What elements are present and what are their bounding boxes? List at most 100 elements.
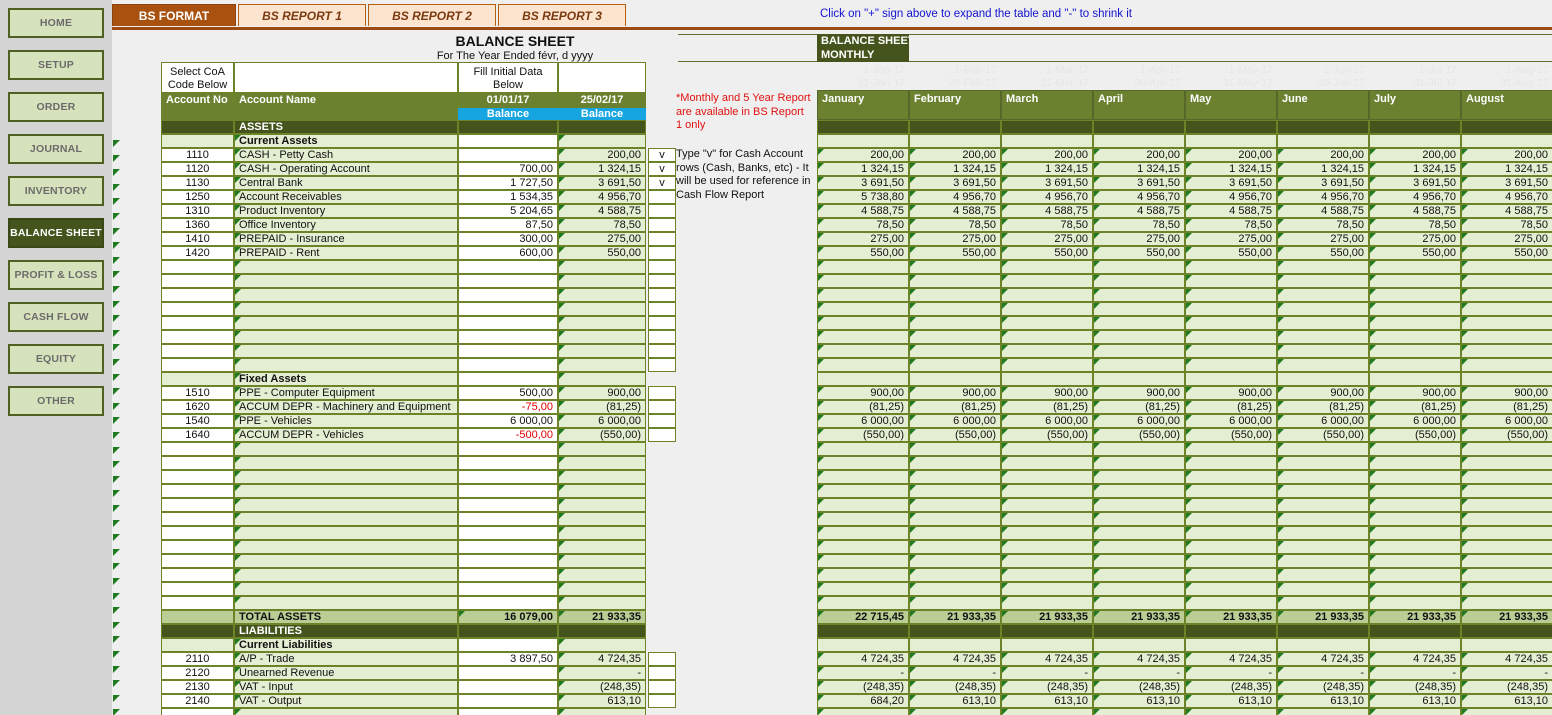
row-b1[interactable] xyxy=(458,358,558,372)
tab-bs-report-2[interactable]: BS REPORT 2 xyxy=(368,4,496,26)
sidebar-item-journal[interactable]: JOURNAL xyxy=(8,134,104,164)
row-account-no[interactable]: 1120 xyxy=(161,162,234,176)
row-account-name[interactable] xyxy=(234,302,458,316)
sidebar-item-home[interactable]: HOME xyxy=(8,8,104,38)
row-account-name[interactable] xyxy=(234,568,458,582)
row-account-name[interactable]: Central Bank xyxy=(234,176,458,190)
row-balance-initial[interactable]: 1 534,35 xyxy=(458,190,558,204)
row-account-name[interactable] xyxy=(234,442,458,456)
row-cash-flag[interactable] xyxy=(648,218,676,232)
row-no[interactable] xyxy=(161,358,234,372)
row-balance-initial[interactable]: 700,00 xyxy=(458,162,558,176)
row-cash-flag[interactable] xyxy=(648,694,676,708)
row-account-name[interactable] xyxy=(234,274,458,288)
row-balance-initial[interactable]: 300,00 xyxy=(458,232,558,246)
row-account-no[interactable]: 1110 xyxy=(161,148,234,162)
row-cash-flag[interactable] xyxy=(648,288,676,302)
row-account-no[interactable]: 1410 xyxy=(161,232,234,246)
row-account-name[interactable]: ACCUM DEPR - Machinery and Equipment xyxy=(234,400,458,414)
row-account-name[interactable]: PREPAID - Rent xyxy=(234,246,458,260)
row-no[interactable] xyxy=(161,260,234,274)
row-balance-initial[interactable]: 1 727,50 xyxy=(458,176,558,190)
row-no[interactable] xyxy=(161,582,234,596)
row-account-no[interactable]: 1510 xyxy=(161,386,234,400)
row-no[interactable] xyxy=(161,512,234,526)
row-account-name[interactable]: Office Inventory xyxy=(234,218,458,232)
row-b1[interactable] xyxy=(458,540,558,554)
row-account-name[interactable] xyxy=(234,708,458,715)
row-cash-flag[interactable]: v xyxy=(648,176,676,190)
tab-bs-report-1[interactable]: BS REPORT 1 xyxy=(238,4,366,26)
row-account-no[interactable]: 2140 xyxy=(161,694,234,708)
row-b1[interactable] xyxy=(458,344,558,358)
row-cash-flag[interactable] xyxy=(648,204,676,218)
row-b1[interactable] xyxy=(458,526,558,540)
row-cash-flag[interactable] xyxy=(648,666,676,680)
tab-bs-format[interactable]: BS FORMAT xyxy=(112,4,236,26)
row-account-name[interactable] xyxy=(234,596,458,610)
row-cash-flag[interactable]: v xyxy=(648,148,676,162)
row-account-name[interactable] xyxy=(234,260,458,274)
row-cash-flag[interactable] xyxy=(648,330,676,344)
row-cash-flag[interactable] xyxy=(648,414,676,428)
row-cash-flag[interactable] xyxy=(648,316,676,330)
row-account-name[interactable]: CASH - Operating Account xyxy=(234,162,458,176)
sidebar-item-inventory[interactable]: INVENTORY xyxy=(8,176,104,206)
row-b1[interactable] xyxy=(458,470,558,484)
row-account-name[interactable] xyxy=(234,344,458,358)
row-account-no[interactable]: 2110 xyxy=(161,652,234,666)
row-cash-flag[interactable] xyxy=(648,344,676,358)
row-balance-initial[interactable]: 3 897,50 xyxy=(458,652,558,666)
row-b1[interactable] xyxy=(458,302,558,316)
row-account-no[interactable]: 1250 xyxy=(161,190,234,204)
row-b1[interactable] xyxy=(458,568,558,582)
row-account-no[interactable]: 1130 xyxy=(161,176,234,190)
row-account-name[interactable]: Product Inventory xyxy=(234,204,458,218)
sidebar-item-balance-sheet[interactable]: BALANCE SHEET xyxy=(8,218,104,248)
row-balance-initial[interactable]: -500,00 xyxy=(458,428,558,442)
row-account-name[interactable] xyxy=(234,330,458,344)
row-account-name[interactable] xyxy=(234,316,458,330)
row-b1[interactable] xyxy=(458,456,558,470)
row-no[interactable] xyxy=(161,596,234,610)
row-account-no[interactable]: 2120 xyxy=(161,666,234,680)
row-no[interactable] xyxy=(161,316,234,330)
row-no[interactable] xyxy=(161,470,234,484)
row-b1[interactable] xyxy=(458,554,558,568)
row-balance-initial[interactable]: 87,50 xyxy=(458,218,558,232)
row-account-name[interactable]: PPE - Vehicles xyxy=(234,414,458,428)
row-b1[interactable] xyxy=(458,484,558,498)
row-account-name[interactable] xyxy=(234,582,458,596)
sidebar-item-setup[interactable]: SETUP xyxy=(8,50,104,80)
row-no[interactable] xyxy=(161,330,234,344)
row-account-name[interactable] xyxy=(234,554,458,568)
row-cash-flag[interactable] xyxy=(648,260,676,274)
row-no[interactable] xyxy=(161,302,234,316)
row-cash-flag[interactable] xyxy=(648,274,676,288)
row-b1[interactable] xyxy=(458,442,558,456)
sidebar-item-equity[interactable]: EQUITY xyxy=(8,344,104,374)
row-account-name[interactable] xyxy=(234,358,458,372)
row-account-name[interactable]: CASH - Petty Cash xyxy=(234,148,458,162)
row-b1[interactable] xyxy=(458,512,558,526)
row-no[interactable] xyxy=(161,554,234,568)
row-cash-flag[interactable] xyxy=(648,232,676,246)
row-account-no[interactable]: 1420 xyxy=(161,246,234,260)
row-cash-flag[interactable] xyxy=(648,428,676,442)
row-b1[interactable] xyxy=(458,330,558,344)
row-balance-initial[interactable]: -75,00 xyxy=(458,400,558,414)
row-b1[interactable] xyxy=(458,260,558,274)
row-b1[interactable] xyxy=(458,274,558,288)
sidebar-item-order[interactable]: ORDER xyxy=(8,92,104,122)
row-cash-flag[interactable] xyxy=(648,652,676,666)
row-account-no[interactable]: 1310 xyxy=(161,204,234,218)
row-account-no[interactable]: 1640 xyxy=(161,428,234,442)
row-cash-flag[interactable] xyxy=(648,302,676,316)
sidebar-item-other[interactable]: OTHER xyxy=(8,386,104,416)
row-account-name[interactable] xyxy=(234,540,458,554)
row-account-name[interactable]: ACCUM DEPR - Vehicles xyxy=(234,428,458,442)
row-account-name[interactable] xyxy=(234,526,458,540)
row-no[interactable] xyxy=(161,456,234,470)
row-balance-initial[interactable] xyxy=(458,680,558,694)
sidebar-item-profit-loss[interactable]: PROFIT & LOSS xyxy=(8,260,104,290)
